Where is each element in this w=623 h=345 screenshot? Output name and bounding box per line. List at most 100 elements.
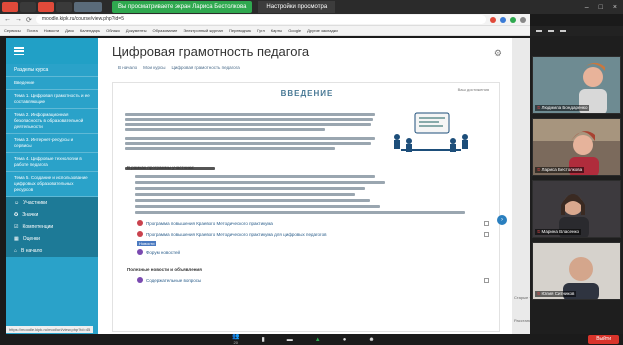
bookmark-link[interactable]: Электронный журнал (183, 28, 223, 33)
mic-muted-icon: ⦸ (537, 229, 541, 235)
right-blocks (512, 38, 530, 334)
zoom-toolbar: 👥 20 ▮ ▬ ▲ ● ☻ Выйти (0, 334, 623, 345)
sidebar-nav-item[interactable]: ⌂ В начало (6, 245, 98, 257)
gear-icon[interactable]: ⚙ (494, 48, 502, 59)
extension-icon[interactable] (490, 16, 496, 23)
bookmark-link[interactable]: Переводчик (229, 28, 251, 33)
section-title: ВВЕДЕНИЕ (280, 89, 334, 98)
toolbar-chart-button[interactable]: ▮ (261, 337, 264, 343)
minimize-button[interactable]: – (585, 4, 589, 11)
sidebar-item-section[interactable]: Тема 1. Цифровая грамотность и ее состав… (6, 90, 98, 109)
page-title: Цифровая грамотность педагога (112, 44, 310, 59)
toolbar-share-screen-button[interactable]: ▲ (315, 337, 321, 343)
sidebar-item-section[interactable]: Тема 4. Цифровые технологии в работе пед… (6, 153, 98, 172)
participant-name: ⦸ Людмила Бондаренко (535, 105, 590, 111)
text-line (125, 123, 371, 126)
bookmark-link[interactable]: Карты (271, 28, 282, 33)
sidebar-header (6, 38, 98, 64)
extensions (490, 16, 530, 23)
home-icon: ⌂ (14, 248, 18, 254)
text-line (135, 181, 385, 184)
video-tile[interactable]: ⦸ Лариса Бестолкова (532, 118, 621, 176)
progress-label: Ваш достижения (457, 87, 489, 92)
pdf-icon (137, 231, 143, 237)
news-heading: Полезные новости и объявления (127, 267, 202, 272)
sidebar-nav: ☺ Участники ✪ Значки ☑ Компетенции ▦ Оценки ⌂ В н… (6, 197, 98, 257)
reload-icon[interactable]: ⟳ (26, 16, 32, 24)
zoom-banner: Вы просматриваете экран Лариса Бестолков… (0, 0, 623, 14)
participant-name: ⦸ Марина Власенко (535, 229, 581, 235)
extension-icon[interactable] (510, 16, 516, 23)
completion-checkbox[interactable] (484, 221, 489, 226)
bookmark-link[interactable]: Документы (126, 28, 147, 33)
toolbar-chat-button[interactable]: ▬ (287, 337, 293, 343)
menu-icon[interactable] (14, 47, 24, 55)
reactions-icon: ☻ (368, 336, 375, 343)
browser-tabs (0, 0, 102, 14)
completion-checkbox[interactable] (484, 232, 489, 237)
profile-icon[interactable] (520, 16, 526, 23)
toolbar-participants-button[interactable]: 👥 20 (232, 334, 239, 345)
participant-count: 20 (233, 340, 238, 345)
participant-name: ⦸ Лариса Бестолкова (535, 167, 585, 173)
video-tile[interactable]: ⦸ Юлия Ситников (532, 242, 621, 300)
window-controls: – □ × (585, 4, 623, 11)
bookmark-link[interactable]: Облако (106, 28, 120, 33)
sidebar-nav-item[interactable]: ☺ Участники (6, 197, 98, 209)
sidebar-item-section[interactable]: Введение (6, 77, 98, 90)
back-icon[interactable]: ← (4, 16, 11, 23)
viewing-screen-banner: Вы просматриваете экран Лариса Бестолков… (112, 1, 253, 13)
browser-tab[interactable] (20, 2, 36, 12)
bookmark-link[interactable]: Google (288, 28, 301, 33)
completion-checkbox[interactable] (484, 278, 489, 283)
chat-icon: ▬ (286, 336, 293, 343)
bookmark-link[interactable]: Сервисы (4, 28, 21, 33)
view-options-button[interactable]: Настройки просмотра (258, 1, 336, 13)
forum-link[interactable]: Форум новостей (137, 249, 180, 255)
sidebar-nav-item[interactable]: ☑ Компетенции (6, 221, 98, 233)
browser-tab-active[interactable] (74, 2, 102, 12)
bookmark-link[interactable]: Новости (44, 28, 59, 33)
share-screen-icon: ▲ (314, 336, 321, 343)
toolbar-record-button[interactable]: ● (343, 337, 347, 343)
bookmark-link[interactable]: Календарь (80, 28, 100, 33)
toolbar-reactions-button[interactable]: ☻ (368, 337, 374, 343)
close-button[interactable]: × (613, 4, 617, 11)
text-line (135, 187, 365, 190)
video-strip-controls[interactable] (530, 26, 623, 36)
browser-tab[interactable] (56, 2, 72, 12)
drawer-toggle-button[interactable]: › (497, 215, 507, 225)
bookmark-link[interactable]: Образование (153, 28, 178, 33)
sidebar-nav-item[interactable]: ▦ Оценки (6, 233, 98, 245)
bookmark-link[interactable]: Другие закладки (307, 28, 338, 33)
sidebar-item-section[interactable]: Тема 3. Интернет-ресурсы и сервисы (6, 134, 98, 153)
mic-muted-icon: ⦸ (537, 291, 541, 297)
text-line (135, 175, 375, 178)
sidebar-nav-item[interactable]: ✪ Значки (6, 209, 98, 221)
leave-button[interactable]: Выйти (588, 335, 619, 344)
browser-tab[interactable] (2, 2, 18, 12)
text-line (135, 199, 370, 202)
forward-icon[interactable]: → (15, 16, 22, 23)
maximize-button[interactable]: □ (599, 4, 603, 11)
extension-icon[interactable] (500, 16, 506, 23)
breadcrumb-link[interactable]: Цифровая грамотность педагога (171, 65, 239, 70)
competency-icon: ☑ (14, 224, 19, 230)
breadcrumb-link[interactable]: В начало (118, 65, 137, 70)
bookmark-link[interactable]: Почта (27, 28, 38, 33)
sidebar-item-section[interactable]: Тема 5. Создание и использование цифровы… (6, 172, 98, 197)
course-sections-title[interactable]: Разделы курса (6, 64, 98, 77)
sidebar-item-section[interactable]: Тема 2. Информационная безопасность в об… (6, 109, 98, 134)
resource-link[interactable]: Программа повышения Краевого Методическо… (137, 231, 327, 237)
breadcrumb-link[interactable]: Мои курсы (143, 65, 165, 70)
browser-tab[interactable] (38, 2, 54, 12)
video-tile[interactable]: ⦸ Людмила Бондаренко (532, 56, 621, 114)
bookmark-link[interactable]: Диск (65, 28, 74, 33)
resource-link[interactable]: Программа повышения Краевого Методическо… (137, 220, 273, 226)
url-field[interactable]: moodle.kipk.ru/course/view.php?id=5 (35, 15, 486, 24)
bookmark-link[interactable]: Гугл (257, 28, 265, 33)
questions-link[interactable]: Содержательные вопросы (137, 277, 201, 283)
screen: Вы просматриваете экран Лариса Бестолков… (0, 0, 623, 345)
video-tile[interactable]: ⦸ Марина Власенко (532, 180, 621, 238)
text-line (125, 147, 335, 150)
